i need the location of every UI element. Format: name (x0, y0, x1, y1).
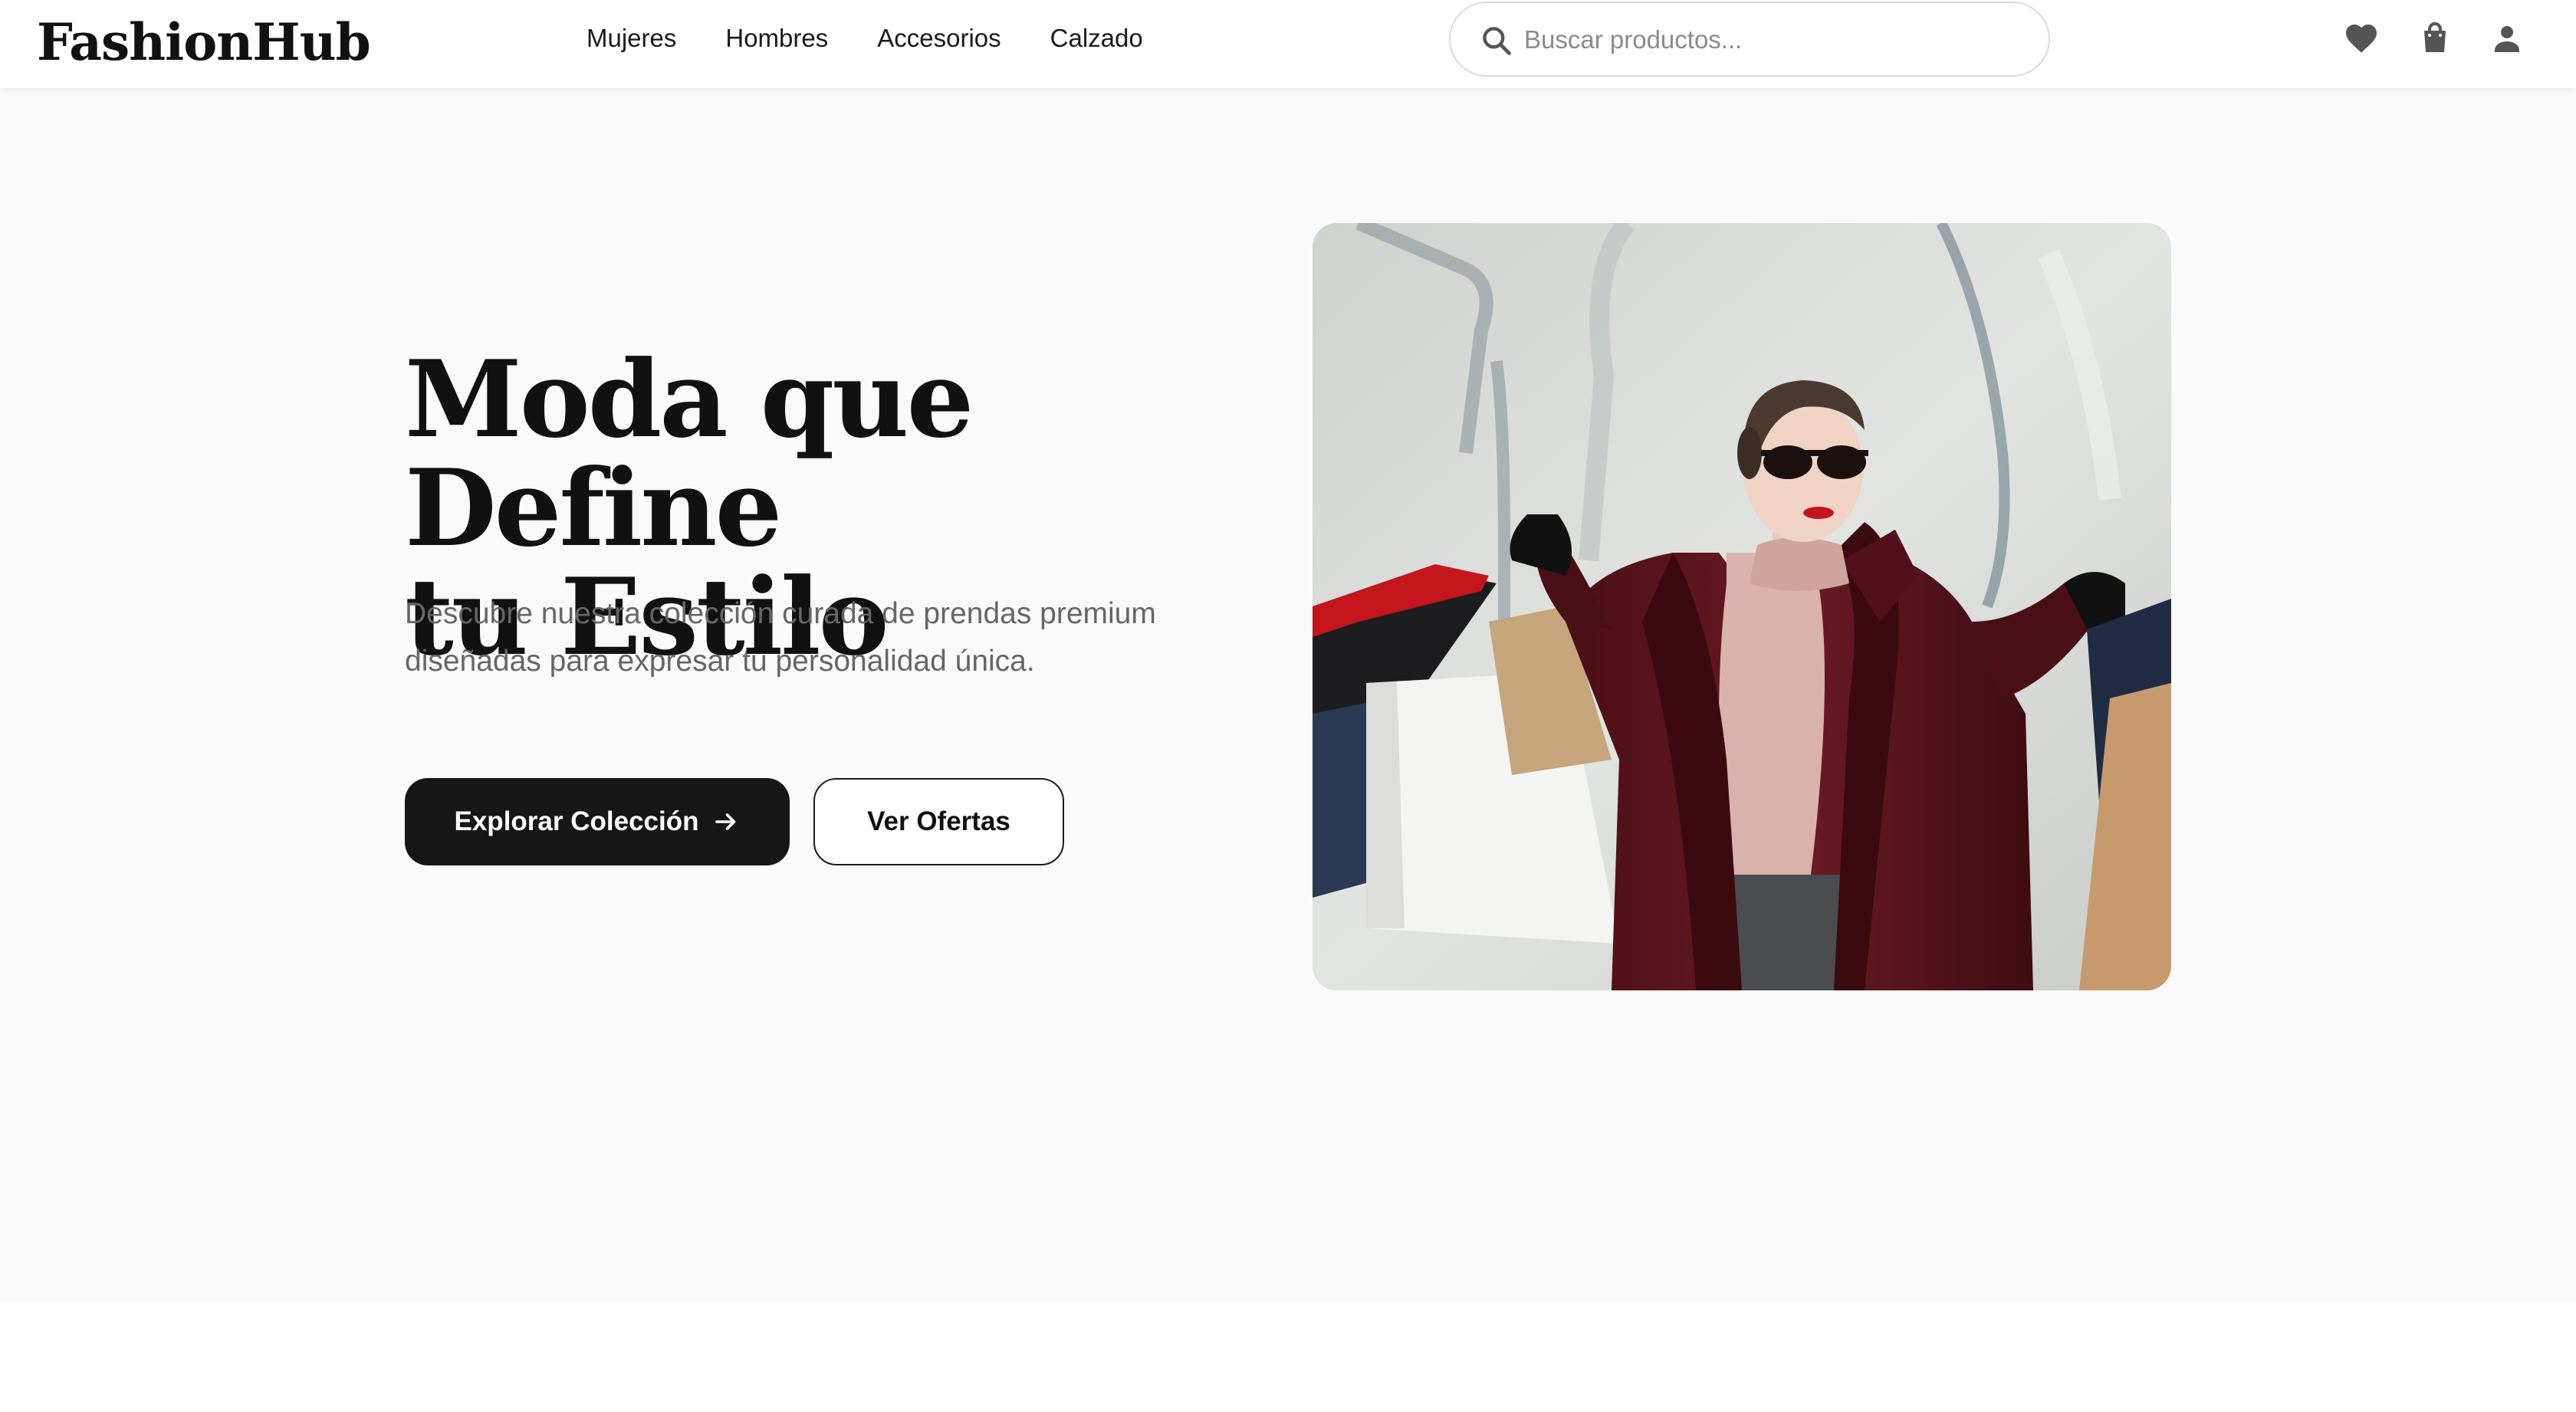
nav-item-mujeres[interactable]: Mujeres (586, 21, 676, 55)
search-bar (1449, 2, 2050, 77)
nav-item-hombres[interactable]: Hombres (725, 21, 828, 55)
page-bottom-band (0, 1302, 2576, 1412)
search-input[interactable] (1524, 20, 2015, 60)
main-nav: Mujeres Hombres Accesorios Calzado (586, 21, 1192, 55)
arrow-right-icon (715, 813, 736, 830)
view-offers-button[interactable]: Ver Ofertas (813, 778, 1064, 865)
shopping-bag-icon[interactable] (2417, 20, 2453, 57)
hero-subtitle: Descubre nuestra colección curada de pre… (405, 597, 1156, 678)
hero-image (1313, 223, 2171, 990)
explore-collection-button[interactable]: Explorar Colección (405, 778, 790, 865)
explore-collection-label: Explorar Colección (454, 806, 699, 836)
search-icon (1483, 27, 1511, 55)
site-header: FashionHub Mujeres Hombres Accesorios Ca… (0, 0, 2576, 89)
hero-section (0, 89, 2576, 1302)
user-icon[interactable] (2489, 20, 2525, 57)
view-offers-label: Ver Ofertas (867, 806, 1010, 836)
heart-icon[interactable] (2343, 20, 2380, 57)
hero-photo-illustration (1313, 223, 2171, 990)
nav-item-accesorios[interactable]: Accesorios (877, 21, 1001, 55)
nav-item-calzado[interactable]: Calzado (1050, 21, 1143, 55)
hero-title-line1: Moda que Define (405, 337, 974, 570)
brand-logo[interactable]: FashionHub (37, 9, 371, 75)
